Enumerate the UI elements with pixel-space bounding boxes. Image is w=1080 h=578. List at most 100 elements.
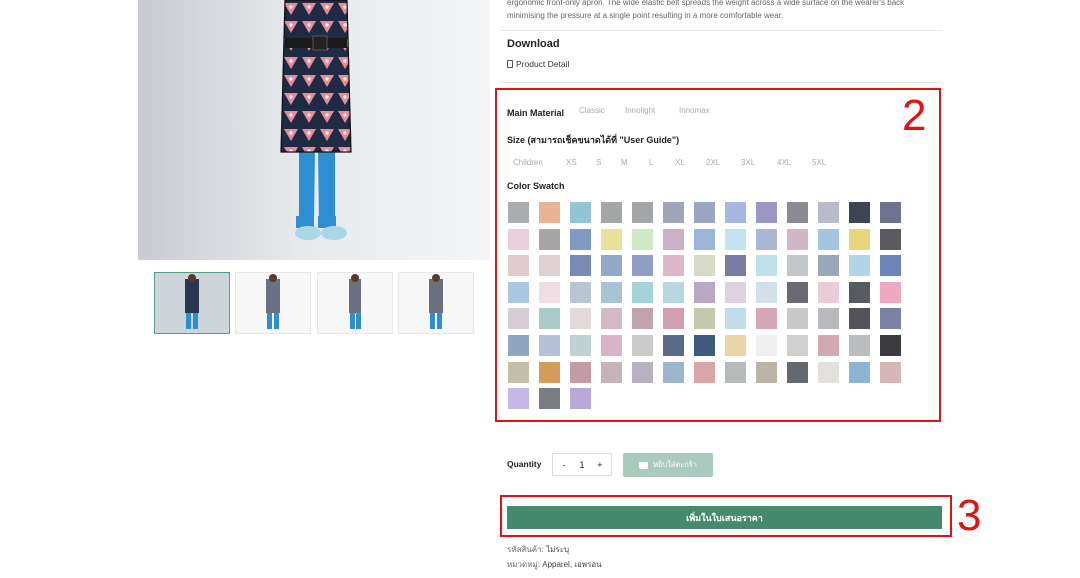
- color-swatch-80[interactable]: [539, 361, 560, 383]
- size-option-5xl[interactable]: 5XL: [812, 158, 826, 167]
- quantity-value[interactable]: 1: [579, 460, 584, 470]
- color-swatch-27[interactable]: [508, 255, 529, 277]
- color-swatch-25[interactable]: [849, 228, 870, 250]
- color-swatch-43[interactable]: [601, 281, 622, 303]
- color-swatch-88[interactable]: [787, 361, 808, 383]
- size-option-4xl[interactable]: 4XL: [777, 158, 791, 167]
- color-swatch-82[interactable]: [601, 361, 622, 383]
- color-swatch-28[interactable]: [539, 255, 560, 277]
- color-swatch-62[interactable]: [787, 308, 808, 330]
- color-swatch-83[interactable]: [632, 361, 653, 383]
- color-swatch-40[interactable]: [508, 281, 529, 303]
- color-swatch-42[interactable]: [570, 281, 591, 303]
- color-swatch-2[interactable]: [539, 202, 560, 223]
- material-option-innomax[interactable]: Innomax: [679, 106, 710, 115]
- color-swatch-64[interactable]: [849, 308, 870, 330]
- color-swatch-3[interactable]: [570, 202, 591, 223]
- color-swatch-63[interactable]: [818, 308, 839, 330]
- material-option-innolight[interactable]: Innolight: [625, 106, 655, 115]
- color-swatch-56[interactable]: [601, 308, 622, 330]
- color-swatch-78[interactable]: [880, 334, 901, 356]
- color-swatch-16[interactable]: [570, 228, 591, 250]
- color-swatch-60[interactable]: [725, 308, 746, 330]
- color-swatch-93[interactable]: [539, 388, 560, 410]
- color-swatch-73[interactable]: [725, 334, 746, 356]
- color-swatch-17[interactable]: [601, 228, 622, 250]
- color-swatch-50[interactable]: [818, 281, 839, 303]
- color-swatch-31[interactable]: [632, 255, 653, 277]
- size-option-3xl[interactable]: 3XL: [741, 158, 755, 167]
- color-swatch-12[interactable]: [849, 202, 870, 223]
- color-swatch-54[interactable]: [539, 308, 560, 330]
- color-swatch-92[interactable]: [508, 388, 529, 410]
- size-option-xs[interactable]: XS: [566, 158, 577, 167]
- color-swatch-94[interactable]: [570, 388, 591, 410]
- color-swatch-67[interactable]: [539, 334, 560, 356]
- color-swatch-19[interactable]: [663, 228, 684, 250]
- color-swatch-21[interactable]: [725, 228, 746, 250]
- color-swatch-86[interactable]: [725, 361, 746, 383]
- color-swatch-89[interactable]: [818, 361, 839, 383]
- color-swatch-46[interactable]: [694, 281, 715, 303]
- color-swatch-4[interactable]: [601, 202, 622, 223]
- add-to-cart-button[interactable]: หยิบใส่ตะกร้า: [623, 453, 713, 477]
- color-swatch-81[interactable]: [570, 361, 591, 383]
- size-option-m[interactable]: M: [621, 158, 628, 167]
- thumbnail-1[interactable]: [154, 272, 230, 334]
- thumbnail-3[interactable]: [317, 272, 393, 334]
- color-swatch-14[interactable]: [508, 228, 529, 250]
- category-value[interactable]: Apparel, เอพรอน: [542, 560, 601, 569]
- material-option-classic[interactable]: Classic: [579, 106, 605, 115]
- thumbnail-4[interactable]: [398, 272, 474, 334]
- color-swatch-59[interactable]: [694, 308, 715, 330]
- color-swatch-65[interactable]: [880, 308, 901, 330]
- color-swatch-61[interactable]: [756, 308, 777, 330]
- quantity-decrease-button[interactable]: -: [557, 460, 571, 470]
- color-swatch-77[interactable]: [849, 334, 870, 356]
- color-swatch-76[interactable]: [818, 334, 839, 356]
- color-swatch-72[interactable]: [694, 334, 715, 356]
- color-swatch-9[interactable]: [756, 202, 777, 223]
- color-swatch-58[interactable]: [663, 308, 684, 330]
- quantity-increase-button[interactable]: +: [593, 460, 607, 470]
- color-swatch-7[interactable]: [694, 202, 715, 223]
- color-swatch-51[interactable]: [849, 281, 870, 303]
- color-swatch-8[interactable]: [725, 202, 746, 223]
- color-swatch-39[interactable]: [880, 255, 901, 277]
- size-option-xl[interactable]: XL: [675, 158, 685, 167]
- color-swatch-55[interactable]: [570, 308, 591, 330]
- color-swatch-6[interactable]: [663, 202, 684, 223]
- color-swatch-49[interactable]: [787, 281, 808, 303]
- size-option-children[interactable]: Children: [513, 158, 543, 167]
- color-swatch-1[interactable]: [508, 202, 529, 223]
- color-swatch-70[interactable]: [632, 334, 653, 356]
- color-swatch-38[interactable]: [849, 255, 870, 277]
- color-swatch-32[interactable]: [663, 255, 684, 277]
- color-swatch-75[interactable]: [787, 334, 808, 356]
- color-swatch-18[interactable]: [632, 228, 653, 250]
- color-swatch-33[interactable]: [694, 255, 715, 277]
- color-swatch-5[interactable]: [632, 202, 653, 223]
- product-detail-link[interactable]: Product Detail: [507, 59, 569, 69]
- color-swatch-29[interactable]: [570, 255, 591, 277]
- color-swatch-71[interactable]: [663, 334, 684, 356]
- color-swatch-48[interactable]: [756, 281, 777, 303]
- color-swatch-90[interactable]: [849, 361, 870, 383]
- color-swatch-47[interactable]: [725, 281, 746, 303]
- color-swatch-24[interactable]: [818, 228, 839, 250]
- color-swatch-36[interactable]: [787, 255, 808, 277]
- color-swatch-87[interactable]: [756, 361, 777, 383]
- color-swatch-37[interactable]: [818, 255, 839, 277]
- color-swatch-10[interactable]: [787, 202, 808, 223]
- color-swatch-53[interactable]: [508, 308, 529, 330]
- size-option-s[interactable]: S: [596, 158, 601, 167]
- color-swatch-45[interactable]: [663, 281, 684, 303]
- color-swatch-22[interactable]: [756, 228, 777, 250]
- color-swatch-15[interactable]: [539, 228, 560, 250]
- product-main-image[interactable]: [138, 0, 490, 260]
- color-swatch-84[interactable]: [663, 361, 684, 383]
- color-swatch-44[interactable]: [632, 281, 653, 303]
- color-swatch-68[interactable]: [570, 334, 591, 356]
- color-swatch-23[interactable]: [787, 228, 808, 250]
- thumbnail-2[interactable]: [235, 272, 311, 334]
